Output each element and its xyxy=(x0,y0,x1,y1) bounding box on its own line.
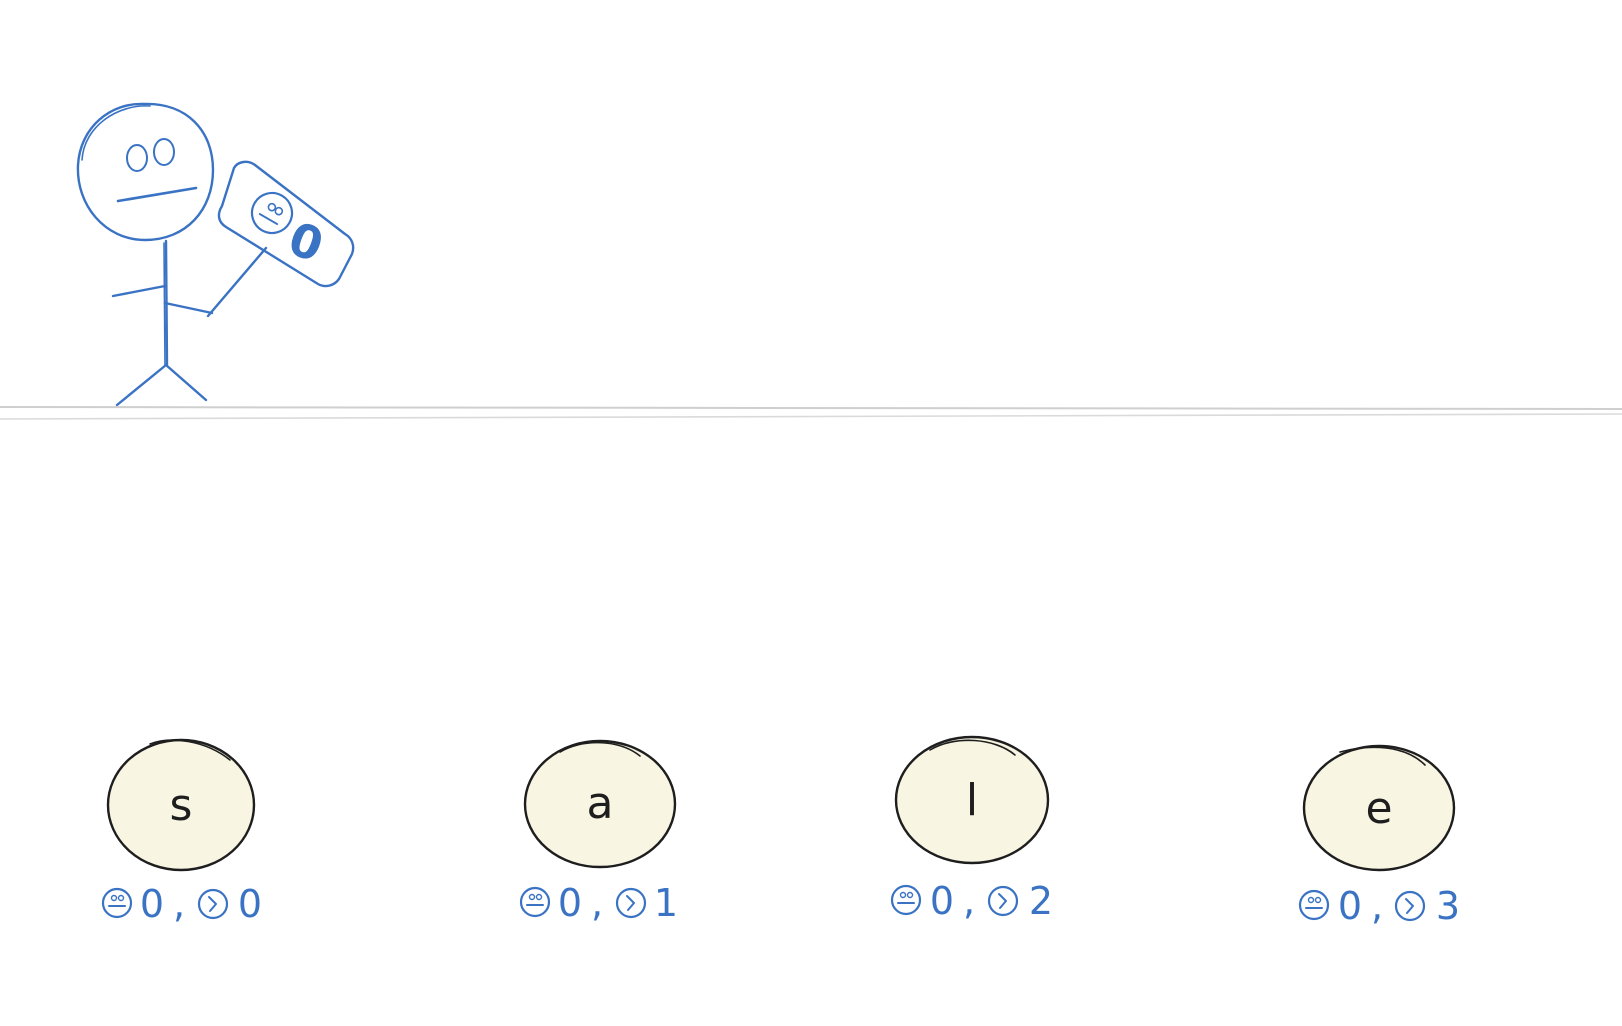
sign-value: 0 xyxy=(282,211,331,273)
pointer-icon xyxy=(987,885,1019,917)
node-face-value: 0 xyxy=(1338,884,1362,928)
stick-figure-body xyxy=(111,239,214,407)
diagram-canvas: 0 s 0 , 0 a 0 , 1 l 0 , 2 e 0 , 3 xyxy=(0,102,1622,928)
pointer-icon xyxy=(1394,890,1426,922)
node-label-3: 0 , 3 xyxy=(1298,884,1460,928)
node-face-value: 0 xyxy=(558,881,582,925)
node-s: s xyxy=(106,738,256,872)
node-separator: , xyxy=(1371,884,1383,928)
node-face-value: 0 xyxy=(930,879,954,923)
node-letter: e xyxy=(1365,783,1392,834)
face-icon xyxy=(101,887,133,919)
node-index-value: 3 xyxy=(1436,884,1460,928)
node-label-1: 0 , 1 xyxy=(519,881,678,925)
node-l: l xyxy=(894,735,1050,865)
sign-board: 0 xyxy=(206,160,355,318)
pointer-icon xyxy=(197,888,229,920)
stick-figure-head xyxy=(76,102,215,242)
node-separator: , xyxy=(591,881,603,925)
stick-figure: 0 xyxy=(76,102,355,407)
node-e: e xyxy=(1302,744,1456,872)
node-letter: l xyxy=(966,775,978,826)
face-icon xyxy=(890,884,922,916)
face-icon xyxy=(1298,889,1330,921)
node-separator: , xyxy=(173,882,185,926)
node-label-2: 0 , 2 xyxy=(890,879,1053,923)
divider xyxy=(0,406,1622,420)
node-index-value: 2 xyxy=(1029,879,1053,923)
node-index-value: 0 xyxy=(238,882,262,926)
node-face-value: 0 xyxy=(140,882,164,926)
node-separator: , xyxy=(963,879,975,923)
node-label-0: 0 , 0 xyxy=(101,882,262,926)
pointer-icon xyxy=(615,887,647,919)
node-a: a xyxy=(523,739,677,869)
node-letter: a xyxy=(587,778,614,829)
node-letter: s xyxy=(170,780,193,831)
face-icon xyxy=(519,886,551,918)
node-index-value: 1 xyxy=(654,881,678,925)
